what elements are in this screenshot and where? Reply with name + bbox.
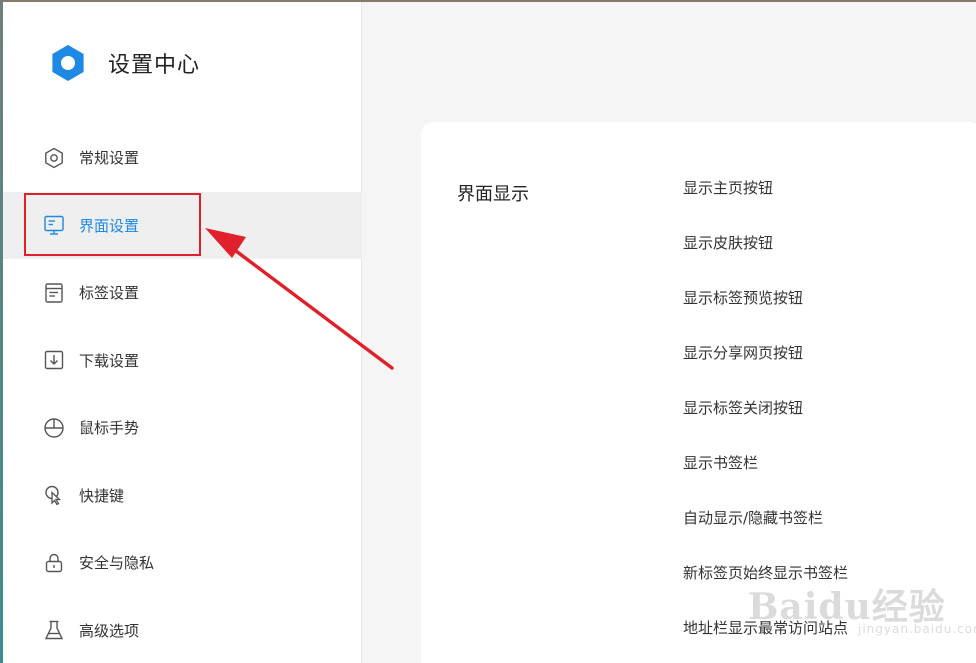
general-settings-icon bbox=[43, 147, 65, 169]
option-auto-bookmark-bar[interactable]: 自动显示/隐藏书签栏 bbox=[683, 498, 848, 553]
sidebar-nav: 常规设置 界面设置 标签设置 下载设置 鼠标手势 快捷键 安全与隐私 高级选项 bbox=[3, 124, 362, 663]
option-show-skin-button[interactable]: 显示皮肤按钮 bbox=[683, 223, 848, 278]
sidebar-item-download[interactable]: 下载设置 bbox=[3, 327, 362, 395]
option-show-tab-preview-button[interactable]: 显示标签预览按钮 bbox=[683, 278, 848, 333]
app-title: 设置中心 bbox=[108, 53, 201, 78]
shortcut-icon bbox=[43, 484, 65, 506]
option-addressbar-top-sites[interactable]: 地址栏显示最常访问站点 bbox=[683, 608, 848, 663]
sidebar-item-label: 下载设置 bbox=[79, 351, 140, 370]
tab-settings-icon bbox=[43, 282, 65, 304]
option-show-tab-close-button[interactable]: 显示标签关闭按钮 bbox=[683, 388, 848, 443]
gear-icon bbox=[47, 42, 89, 84]
sidebar-item-label: 常规设置 bbox=[79, 149, 140, 168]
sidebar-item-mouse-gesture[interactable]: 鼠标手势 bbox=[3, 394, 362, 462]
download-icon bbox=[43, 349, 65, 371]
mouse-icon bbox=[43, 417, 65, 439]
section-title: 界面显示 bbox=[457, 184, 529, 205]
sidebar-item-security-privacy[interactable]: 安全与隐私 bbox=[3, 529, 362, 597]
lock-icon bbox=[43, 552, 65, 574]
sidebar-item-label: 安全与隐私 bbox=[79, 554, 155, 573]
sidebar-item-label: 鼠标手势 bbox=[79, 419, 140, 438]
sidebar-item-general[interactable]: 常规设置 bbox=[3, 124, 362, 192]
flask-icon bbox=[43, 619, 65, 641]
option-list: 显示主页按钮 显示皮肤按钮 显示标签预览按钮 显示分享网页按钮 显示标签关闭按钮… bbox=[683, 168, 848, 663]
sidebar-item-label: 快捷键 bbox=[79, 486, 125, 505]
sidebar-item-label: 界面设置 bbox=[79, 216, 140, 235]
sidebar-item-label: 标签设置 bbox=[79, 284, 140, 303]
sidebar-item-advanced[interactable]: 高级选项 bbox=[3, 597, 362, 663]
option-show-bookmark-bar[interactable]: 显示书签栏 bbox=[683, 443, 848, 498]
option-show-home-button[interactable]: 显示主页按钮 bbox=[683, 168, 848, 223]
sidebar-item-interface[interactable]: 界面设置 bbox=[3, 191, 362, 259]
interface-settings-icon bbox=[43, 214, 65, 236]
settings-panel: 界面显示 显示主页按钮 显示皮肤按钮 显示标签预览按钮 显示分享网页按钮 显示标… bbox=[421, 122, 976, 663]
sidebar-item-label: 高级选项 bbox=[79, 621, 140, 640]
option-show-share-button[interactable]: 显示分享网页按钮 bbox=[683, 333, 848, 388]
sidebar-item-shortcuts[interactable]: 快捷键 bbox=[3, 462, 362, 530]
sidebar-item-tabs[interactable]: 标签设置 bbox=[3, 259, 362, 327]
sidebar: 设置中心 常规设置 界面设置 标签设置 下载设置 鼠标手势 快捷键 安全与隐私 … bbox=[3, 2, 362, 663]
app-brand: 设置中心 bbox=[47, 42, 200, 84]
option-newtab-bookmark-bar[interactable]: 新标签页始终显示书签栏 bbox=[683, 553, 848, 608]
